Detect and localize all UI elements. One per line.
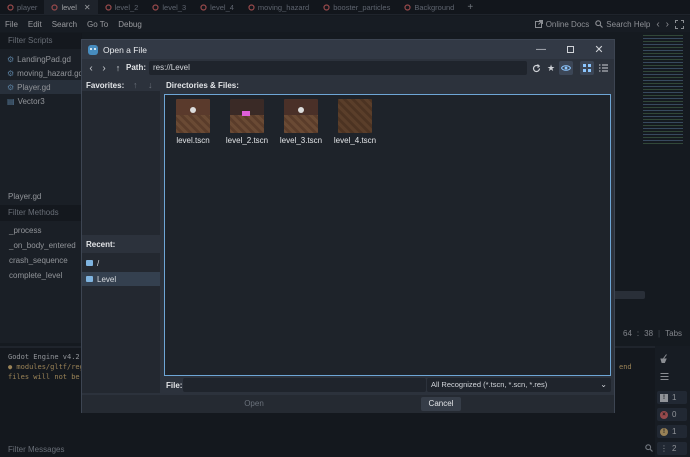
file-item[interactable]: level_3.tscn — [273, 99, 329, 145]
folder-icon — [86, 276, 93, 282]
path-label: Path: — [126, 63, 146, 72]
dialog-titlebar[interactable]: Open a File — ✕ — [82, 40, 614, 59]
file-grid[interactable]: level.tscn level_2.tscn level_3.tscn level_… — [164, 94, 611, 376]
directories-files-label: Directories & Files: — [166, 81, 239, 90]
back-icon[interactable]: ‹ — [84, 61, 98, 75]
scene-thumbnail — [230, 99, 264, 133]
favorites-list[interactable] — [82, 91, 160, 235]
recent-item-label: / — [97, 258, 100, 268]
minimize-icon[interactable]: — — [528, 40, 554, 59]
file-item[interactable]: level.tscn — [165, 99, 221, 145]
file-item-label: level_4.tscn — [333, 136, 377, 145]
dialog-title: Open a File — [103, 44, 147, 55]
refresh-icon[interactable] — [529, 61, 543, 75]
file-label: File: — [166, 381, 183, 390]
cancel-button[interactable]: Cancel — [421, 397, 461, 411]
close-icon[interactable]: ✕ — [586, 40, 612, 59]
dialog-path-toolbar: ‹ › ↑ Path: res://Level ★ — [82, 60, 614, 77]
forward-icon[interactable]: › — [97, 61, 111, 75]
file-item[interactable]: level_2.tscn — [219, 99, 275, 145]
player-marker — [190, 107, 196, 113]
file-item[interactable]: level_4.tscn — [327, 99, 383, 145]
recent-item-label: Level — [97, 274, 117, 284]
grid-view-icon[interactable] — [580, 61, 594, 75]
maximize-icon[interactable] — [557, 40, 583, 59]
godot-logo-icon — [88, 44, 98, 55]
list-view-icon[interactable] — [596, 61, 610, 75]
chevron-down-icon: ⌄ — [600, 380, 607, 389]
scene-thumbnail — [338, 99, 372, 133]
file-name-input[interactable] — [183, 378, 426, 392]
favorite-down-icon[interactable]: ↓ — [148, 80, 153, 90]
toggle-hidden-eye-icon[interactable] — [559, 61, 573, 75]
dialog-button-row: Open Cancel — [82, 395, 614, 413]
landing-pad-marker — [242, 111, 250, 116]
open-file-dialog: Open a File — ✕ ‹ › ↑ Path: res://Level … — [81, 39, 615, 413]
recent-item[interactable]: / — [82, 256, 160, 270]
favorite-star-icon[interactable]: ★ — [544, 61, 558, 75]
up-folder-icon[interactable]: ↑ — [111, 61, 125, 75]
scene-thumbnail — [176, 99, 210, 133]
file-item-label: level.tscn — [176, 136, 210, 145]
favorites-label: Favorites: — [86, 81, 125, 90]
recent-item[interactable]: Level — [82, 272, 160, 286]
folder-icon — [86, 260, 93, 266]
recent-label: Recent: — [86, 240, 116, 249]
player-marker — [298, 107, 304, 113]
scene-thumbnail — [284, 99, 318, 133]
open-button[interactable]: Open — [232, 397, 276, 411]
thumbnail-floor — [176, 115, 210, 133]
file-type-filter-value: All Recognized (*.tscn, *.scn, *.res) — [431, 380, 548, 389]
file-item-label: level_3.tscn — [279, 136, 323, 145]
thumbnail-floor — [284, 115, 318, 133]
recent-list[interactable]: / Level — [82, 253, 160, 393]
favorite-up-icon[interactable]: ↑ — [133, 80, 138, 90]
file-item-label: level_2.tscn — [225, 136, 269, 145]
path-input[interactable]: res://Level — [149, 61, 527, 75]
file-type-filter-select[interactable]: All Recognized (*.tscn, *.scn, *.res) ⌄ — [427, 378, 611, 392]
file-row: File: All Recognized (*.tscn, *.scn, *.r… — [162, 378, 614, 393]
thumbnail-floor — [230, 115, 264, 133]
